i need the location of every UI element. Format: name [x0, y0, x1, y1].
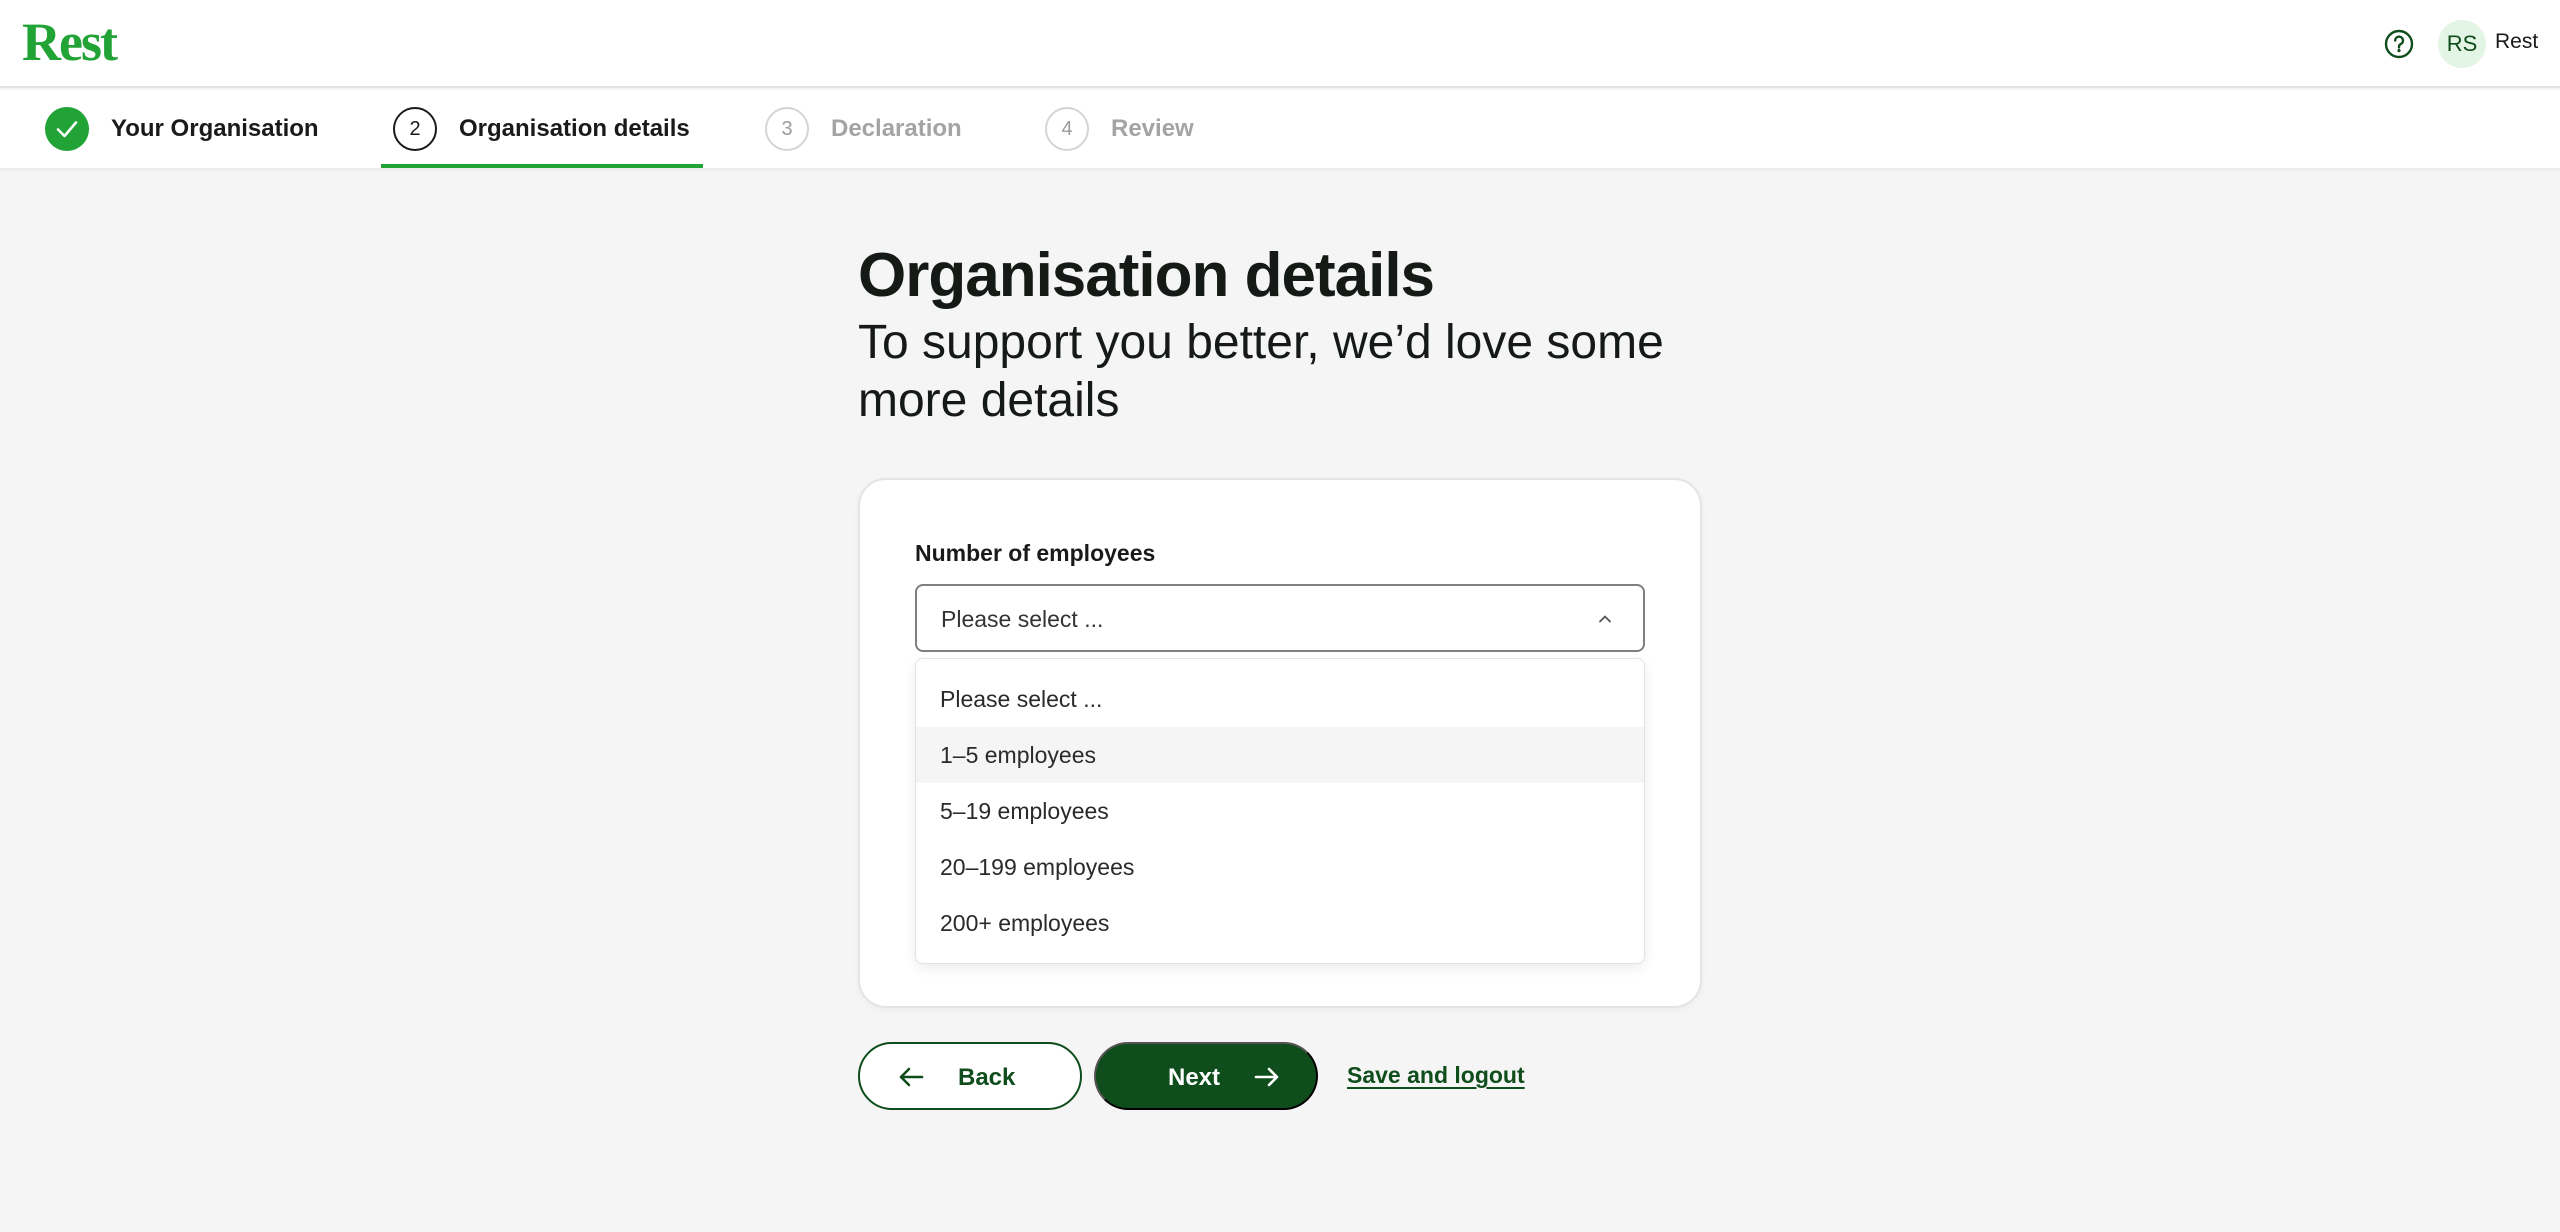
- step-number: 3: [765, 107, 809, 151]
- page-subtitle: To support you better, we’d love some mo…: [858, 316, 1664, 427]
- step-label: Declaration: [831, 115, 962, 142]
- option-1-5-employees[interactable]: 1–5 employees: [916, 727, 1644, 783]
- employees-select[interactable]: Please select ...: [915, 584, 1645, 652]
- employees-dropdown-list: Please select ... 1–5 employees 5–19 emp…: [915, 658, 1645, 964]
- save-and-logout-link[interactable]: Save and logout: [1347, 1062, 1525, 1089]
- chevron-up-icon: [1599, 615, 1611, 623]
- user-name[interactable]: Rest: [2495, 30, 2538, 54]
- avatar[interactable]: RS: [2438, 20, 2486, 68]
- step-number: 2: [393, 107, 437, 151]
- top-bar: Rest RS Rest: [0, 0, 2560, 88]
- option-5-19-employees[interactable]: 5–19 employees: [916, 783, 1644, 839]
- back-button-label: Back: [958, 1064, 1016, 1091]
- page-title: Organisation details: [858, 241, 1435, 310]
- option-20-199-employees[interactable]: 20–199 employees: [916, 839, 1644, 895]
- step-label: Your Organisation: [111, 115, 319, 142]
- arrow-left-icon: [899, 1067, 924, 1087]
- step-label: Organisation details: [459, 115, 690, 142]
- active-step-indicator: [381, 164, 703, 168]
- step-organisation-details[interactable]: 2 Organisation details: [393, 90, 690, 168]
- step-review[interactable]: 4 Review: [1045, 90, 1194, 168]
- select-value: Please select ...: [941, 606, 1104, 632]
- step-label: Review: [1111, 115, 1194, 142]
- arrow-right-icon: [1254, 1067, 1279, 1087]
- next-button-label: Next: [1168, 1064, 1221, 1091]
- back-button[interactable]: Back: [858, 1042, 1082, 1110]
- employees-label: Number of employees: [915, 540, 1156, 566]
- step-declaration[interactable]: 3 Declaration: [765, 90, 962, 168]
- rest-logo[interactable]: Rest: [22, 15, 118, 69]
- step-your-organisation[interactable]: Your Organisation: [45, 90, 319, 168]
- option-200-plus-employees[interactable]: 200+ employees: [916, 895, 1644, 951]
- question-circle-icon[interactable]: [2383, 28, 2415, 60]
- next-button[interactable]: Next: [1094, 1042, 1318, 1110]
- option-please-select[interactable]: Please select ...: [916, 671, 1644, 727]
- progress-stepper: Your Organisation 2 Organisation details…: [0, 90, 2560, 168]
- check-icon: [45, 107, 89, 151]
- step-number: 4: [1045, 107, 1089, 151]
